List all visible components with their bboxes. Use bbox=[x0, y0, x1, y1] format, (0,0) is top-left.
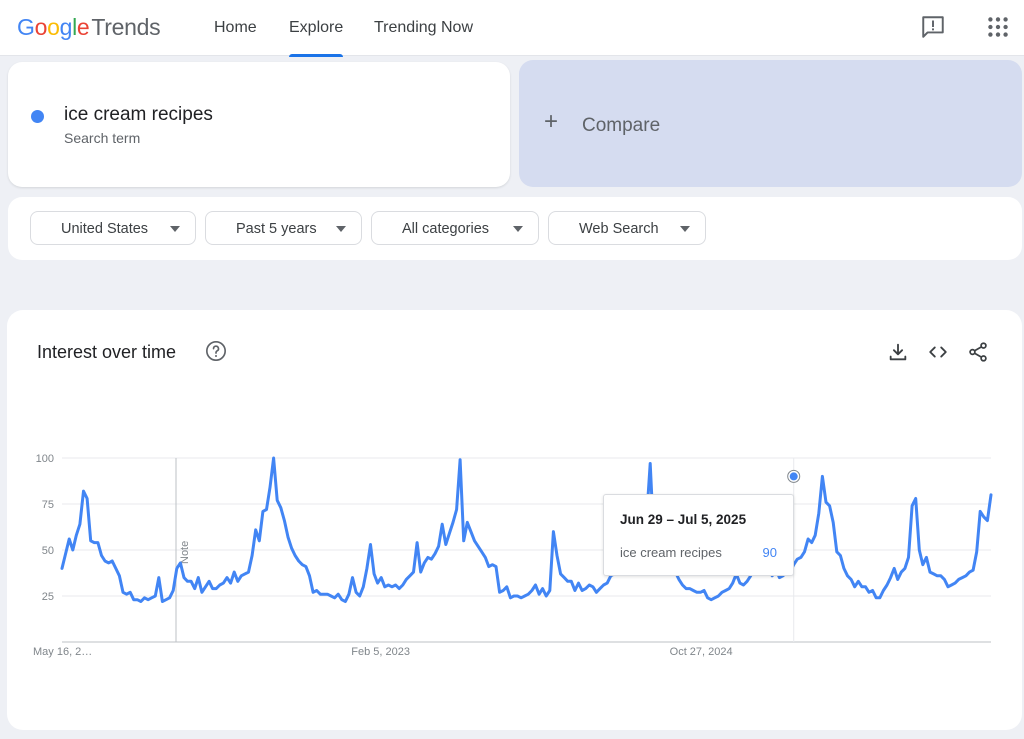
active-tab-indicator bbox=[289, 54, 344, 57]
logo-trends: Trends bbox=[91, 14, 161, 40]
top-app-bar: GoogleTrends Home Explore Trending Now bbox=[0, 0, 1024, 57]
filter-region-label: United States bbox=[61, 221, 149, 237]
y-axis-ticks: 25 50 75 100 bbox=[36, 453, 54, 603]
compare-button[interactable]: + Compare bbox=[519, 60, 1022, 187]
dropdown-caret-icon bbox=[336, 226, 346, 232]
google-trends-logo[interactable]: GoogleTrends bbox=[17, 14, 161, 41]
feedback-icon[interactable] bbox=[920, 14, 946, 40]
nav-explore[interactable]: Explore bbox=[289, 0, 344, 57]
nav-home[interactable]: Home bbox=[214, 0, 257, 56]
tooltip-value: 90 bbox=[762, 545, 777, 560]
y-tick-label: 25 bbox=[42, 591, 54, 603]
filter-search-type-label: Web Search bbox=[579, 221, 659, 237]
note-marker[interactable]: Note bbox=[175, 458, 191, 642]
nav-trending-now[interactable]: Trending Now bbox=[374, 0, 473, 56]
term-color-dot bbox=[31, 110, 44, 123]
search-term-card[interactable]: ice cream recipes Search term bbox=[8, 62, 510, 187]
apps-grid-icon[interactable] bbox=[985, 14, 1011, 40]
chart-gridlines bbox=[62, 457, 991, 597]
search-term-text[interactable]: ice cream recipes bbox=[64, 104, 213, 126]
dropdown-caret-icon bbox=[170, 226, 180, 232]
filter-bar: United States Past 5 years All categorie… bbox=[8, 197, 1022, 260]
nav-explore-label: Explore bbox=[289, 19, 344, 36]
search-term-type: Search term bbox=[64, 130, 141, 146]
logo-google: Google bbox=[17, 14, 90, 40]
y-tick-label: 75 bbox=[42, 499, 54, 511]
filter-time-range[interactable]: Past 5 years bbox=[205, 211, 362, 245]
x-tick-label: May 16, 2… bbox=[33, 646, 92, 658]
x-axis-ticks: May 16, 2… Feb 5, 2023 Oct 27, 2024 bbox=[33, 646, 733, 658]
note-label: Note bbox=[179, 541, 191, 564]
compare-label: Compare bbox=[582, 115, 661, 136]
y-tick-label: 100 bbox=[36, 453, 54, 465]
filter-category-label: All categories bbox=[402, 221, 490, 237]
tooltip-term: ice cream recipes bbox=[620, 545, 722, 560]
y-tick-label: 50 bbox=[42, 545, 54, 557]
tooltip-date: Jun 29 – Jul 5, 2025 bbox=[620, 512, 747, 527]
filter-time-label: Past 5 years bbox=[236, 221, 317, 237]
dropdown-caret-icon bbox=[680, 226, 690, 232]
x-tick-label: Feb 5, 2023 bbox=[351, 646, 410, 658]
plus-icon: + bbox=[544, 108, 559, 135]
interest-line-chart: 25 50 75 100 May 16, 2… Feb 5, 2023 Oct 27, 2… bbox=[33, 453, 993, 658]
dropdown-caret-icon bbox=[513, 226, 523, 232]
chart-tooltip: Jun 29 – Jul 5, 2025 ice cream recipes 9… bbox=[603, 494, 794, 576]
highlight-point[interactable] bbox=[787, 469, 801, 483]
x-tick-label: Oct 27, 2024 bbox=[670, 646, 733, 658]
filter-search-type[interactable]: Web Search bbox=[548, 211, 706, 245]
series-line-ice-cream-recipes[interactable] bbox=[60, 456, 993, 603]
filter-category[interactable]: All categories bbox=[371, 211, 539, 245]
filter-region[interactable]: United States bbox=[30, 211, 196, 245]
